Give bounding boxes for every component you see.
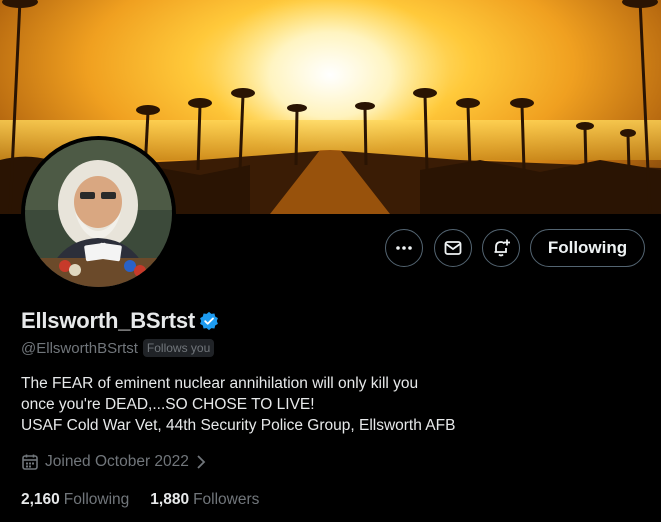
following-count: 2,160 bbox=[21, 491, 60, 508]
followers-count: 1,880 bbox=[150, 491, 190, 508]
joined-date-row[interactable]: Joined October 2022 bbox=[21, 453, 207, 471]
more-horizontal-icon bbox=[396, 246, 412, 250]
bio-line: once you're DEAD,...SO CHOSE TO LIVE! bbox=[21, 396, 315, 413]
verified-badge-icon[interactable] bbox=[199, 311, 219, 331]
avatar-illustration bbox=[25, 140, 172, 287]
bio-line: The FEAR of eminent nuclear annihilation… bbox=[21, 375, 419, 392]
following-count-link[interactable]: 2,160 Following bbox=[21, 491, 129, 509]
chevron-right-icon bbox=[195, 454, 207, 470]
bell-plus-icon bbox=[494, 239, 510, 257]
display-name: Ellsworth_BSrtst bbox=[21, 308, 196, 333]
user-handle: @EllsworthBSrtst bbox=[21, 339, 138, 357]
following-label: Following bbox=[63, 491, 130, 508]
calendar-icon bbox=[21, 453, 39, 471]
notifications-button[interactable] bbox=[482, 229, 520, 267]
profile-name-row: Ellsworth_BSrtst bbox=[21, 308, 219, 334]
follows-you-badge: Follows you bbox=[142, 339, 215, 357]
bio-line: USAF Cold War Vet, 44th Security Police … bbox=[21, 417, 456, 434]
message-button[interactable] bbox=[434, 229, 472, 267]
follow-stats: 2,160 Following 1,880 Followers bbox=[21, 491, 280, 509]
profile-bio: The FEAR of eminent nuclear annihilation… bbox=[21, 373, 641, 436]
following-button[interactable]: Following bbox=[530, 229, 645, 267]
joined-date-text: Joined October 2022 bbox=[45, 453, 189, 470]
mail-icon bbox=[444, 241, 462, 255]
followers-label: Followers bbox=[193, 491, 260, 508]
followers-count-link[interactable]: 1,880 Followers bbox=[150, 491, 259, 509]
profile-avatar[interactable] bbox=[21, 136, 176, 291]
handle-row: @EllsworthBSrtst Follows you bbox=[21, 339, 215, 357]
more-options-button[interactable] bbox=[385, 229, 423, 267]
